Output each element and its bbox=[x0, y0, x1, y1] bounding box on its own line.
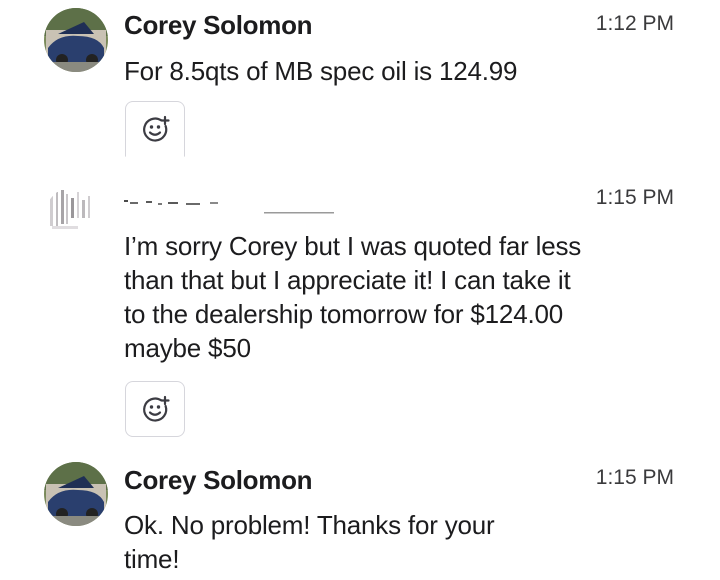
message-text: For 8.5qts of MB spec oil is 124.99 bbox=[124, 56, 518, 86]
sender-avatar[interactable] bbox=[44, 462, 108, 526]
redacted-avatar bbox=[44, 186, 108, 250]
sender-name[interactable]: Corey Solomon bbox=[124, 465, 313, 496]
message-timestamp: 1:12 PM bbox=[595, 12, 674, 35]
message-timestamp: 1:15 PM bbox=[595, 186, 674, 209]
sender-avatar[interactable] bbox=[44, 8, 108, 72]
message-text: Ok. No problem! Thanks for your time! bbox=[124, 510, 495, 574]
redacted-sender-name bbox=[124, 200, 334, 214]
add-reaction-icon bbox=[143, 395, 170, 422]
add-reaction-button[interactable] bbox=[125, 101, 185, 157]
add-reaction-icon bbox=[143, 115, 170, 142]
add-reaction-button[interactable] bbox=[125, 381, 185, 437]
message-text: I’m sorry Corey but I was quoted far les… bbox=[124, 231, 582, 363]
sender-name[interactable]: Corey Solomon bbox=[124, 10, 313, 41]
message-timestamp: 1:15 PM bbox=[595, 466, 674, 489]
